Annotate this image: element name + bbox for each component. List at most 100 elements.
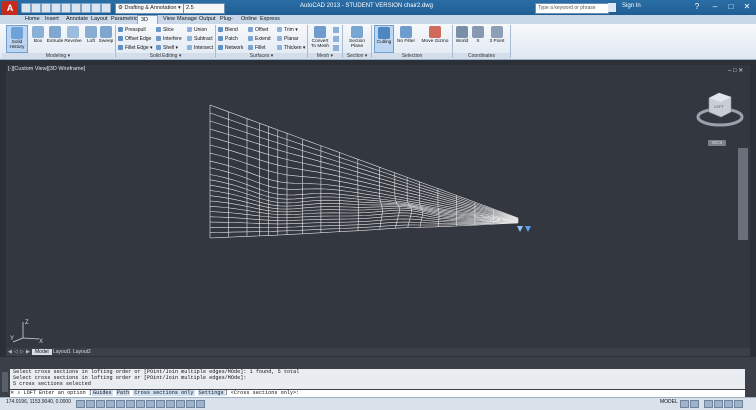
tab-parametric[interactable]: Parametric bbox=[108, 15, 141, 24]
model-space-button[interactable]: MODEL bbox=[660, 399, 678, 405]
3d-object-snap-icon[interactable] bbox=[136, 400, 145, 408]
clean-screen-icon[interactable] bbox=[734, 400, 743, 408]
close-button[interactable]: ✕ bbox=[740, 1, 754, 12]
ortho-mode-icon[interactable] bbox=[106, 400, 115, 408]
redo-icon[interactable] bbox=[81, 3, 91, 13]
viewcube[interactable]: LEFT bbox=[695, 90, 745, 130]
prev-tab-arrow[interactable]: ◁ bbox=[14, 349, 19, 355]
trim-button[interactable]: Trim ▾ bbox=[277, 26, 298, 34]
fillet-edge-button[interactable]: Fillet Edge ▾ bbox=[118, 44, 153, 52]
application-menu-button[interactable]: A bbox=[2, 1, 18, 15]
solid-editing-panel-title[interactable]: Solid Editing ▾ bbox=[116, 53, 215, 59]
object-snap-icon[interactable] bbox=[126, 400, 135, 408]
option-cross-sections-only[interactable]: Cross sections only bbox=[133, 390, 194, 396]
wireframe-surface[interactable] bbox=[6, 65, 750, 348]
save-icon[interactable] bbox=[41, 3, 51, 13]
snap-mode-icon[interactable] bbox=[86, 400, 95, 408]
lineweight-icon[interactable] bbox=[176, 400, 185, 408]
polar-tracking-icon[interactable] bbox=[116, 400, 125, 408]
search-input[interactable]: Type a keyword or phrase bbox=[535, 3, 609, 14]
shell-button[interactable]: Shell ▾ bbox=[156, 44, 178, 52]
tab-insert[interactable]: Insert bbox=[42, 15, 62, 24]
tab-home[interactable]: Home bbox=[22, 15, 43, 24]
option-settings[interactable]: Settings bbox=[198, 390, 225, 396]
fillet-button[interactable]: Fillet bbox=[248, 44, 266, 52]
plot-icon[interactable] bbox=[91, 3, 101, 13]
maximize-button[interactable]: □ bbox=[724, 1, 738, 12]
subtract-button[interactable]: Subtract bbox=[187, 35, 213, 43]
offset-button[interactable]: Offset bbox=[248, 26, 268, 34]
dynamic-input-icon[interactable] bbox=[166, 400, 175, 408]
new-icon[interactable] bbox=[21, 3, 31, 13]
infer-constraints-icon[interactable] bbox=[76, 400, 85, 408]
union-button[interactable]: Union bbox=[187, 26, 207, 34]
wcs-menu[interactable]: WCS bbox=[708, 140, 726, 146]
mesh-option-icon[interactable] bbox=[333, 27, 339, 33]
tab-layout2[interactable]: Layout2 bbox=[70, 349, 94, 355]
slice-button[interactable]: Slice bbox=[156, 26, 174, 34]
transparency-icon[interactable] bbox=[186, 400, 195, 408]
move-gizmo-button[interactable]: Move Gizmo bbox=[421, 25, 449, 51]
command-window-grip[interactable] bbox=[2, 372, 8, 392]
tab-3d-tools[interactable]: 3D Tools bbox=[137, 15, 158, 24]
minimize-button[interactable]: – bbox=[708, 1, 722, 12]
mesh-option-icon[interactable] bbox=[333, 45, 339, 51]
next-tab-arrow[interactable]: ▷ bbox=[20, 349, 25, 355]
no-filter-button[interactable]: No Filter bbox=[395, 25, 417, 51]
binoculars-icon[interactable] bbox=[608, 3, 616, 12]
planar-button[interactable]: Planar bbox=[277, 35, 298, 43]
quick-view-drawings-icon[interactable] bbox=[690, 400, 699, 408]
interfere-button[interactable]: Interfere bbox=[156, 35, 182, 43]
surfaces-panel-title[interactable]: Surfaces ▾ bbox=[216, 53, 307, 59]
quick-view-layouts-icon[interactable] bbox=[680, 400, 689, 408]
section-plane-button[interactable]: Section Plane bbox=[346, 25, 368, 51]
workspace-dropdown[interactable]: ⚙ Drafting & Annotation ▾ bbox=[115, 3, 184, 14]
tab-output[interactable]: Output bbox=[196, 15, 219, 24]
presspull-button[interactable]: Presspull bbox=[118, 26, 146, 34]
layer-dropdown[interactable]: 2.5 bbox=[183, 3, 225, 14]
blend-button[interactable]: Blend bbox=[218, 26, 238, 34]
option-path[interactable]: Path bbox=[116, 390, 130, 396]
section-panel-title[interactable]: Section ▾ bbox=[343, 53, 371, 59]
grip-marker[interactable] bbox=[517, 226, 523, 232]
tab-model[interactable]: Model bbox=[32, 349, 52, 355]
three-point-ucs-button[interactable]: 3 Point bbox=[487, 25, 507, 51]
patch-button[interactable]: Patch bbox=[218, 35, 238, 43]
culling-button[interactable]: Culling bbox=[374, 25, 394, 53]
network-button[interactable]: Network bbox=[218, 44, 243, 52]
save-as-icon[interactable] bbox=[51, 3, 61, 13]
drawing-viewport[interactable] bbox=[6, 65, 750, 348]
annotation-scale-icon[interactable] bbox=[704, 400, 713, 408]
viewport-controls-label[interactable]: [-][Custom View][3D Wireframe] bbox=[8, 66, 85, 72]
undo-icon[interactable] bbox=[71, 3, 81, 13]
solid-history-button[interactable]: Solid History bbox=[6, 25, 28, 53]
first-tab-arrow[interactable]: ◀ bbox=[8, 349, 13, 355]
tab-express-tools[interactable]: Express Tools bbox=[257, 15, 283, 24]
revolve-button[interactable]: Revolve bbox=[63, 25, 83, 51]
workspace-switching-icon[interactable] bbox=[714, 400, 723, 408]
thicken-button[interactable]: Thicken ▾ bbox=[277, 44, 305, 52]
coordinate-readout[interactable]: 174.0196, 1153.9040, 0.0000 bbox=[6, 399, 71, 405]
offset-edge-button[interactable]: Offset Edge bbox=[118, 35, 151, 43]
lock-icon[interactable] bbox=[724, 400, 733, 408]
sign-in-link[interactable]: Sign In bbox=[622, 3, 641, 9]
sweep-button[interactable]: Sweep bbox=[96, 25, 116, 51]
last-tab-arrow[interactable]: ▶ bbox=[26, 349, 31, 355]
command-line-input[interactable]: ✕ ⌕ LOFT Enter an option [Guides Path Cr… bbox=[10, 390, 745, 397]
dynamic-ucs-icon[interactable] bbox=[156, 400, 165, 408]
help-button[interactable]: ? bbox=[690, 1, 704, 12]
modeling-panel-title[interactable]: Modeling ▾ bbox=[2, 53, 114, 59]
convert-to-mesh-button[interactable]: Convert To Mesh bbox=[309, 25, 331, 51]
viewport-window-controls[interactable]: – □ ✕ bbox=[728, 67, 743, 74]
mesh-option-icon[interactable] bbox=[333, 36, 339, 42]
open-icon[interactable] bbox=[31, 3, 41, 13]
print-icon[interactable] bbox=[61, 3, 71, 13]
option-guides[interactable]: Guides bbox=[92, 390, 113, 396]
grip-marker[interactable] bbox=[525, 226, 531, 232]
x-ucs-button[interactable]: X bbox=[472, 25, 484, 51]
navigation-bar[interactable] bbox=[738, 148, 748, 240]
match-icon[interactable] bbox=[101, 3, 111, 13]
grid-display-icon[interactable] bbox=[96, 400, 105, 408]
tab-annotate[interactable]: Annotate bbox=[63, 15, 91, 24]
quick-properties-icon[interactable] bbox=[196, 400, 205, 408]
